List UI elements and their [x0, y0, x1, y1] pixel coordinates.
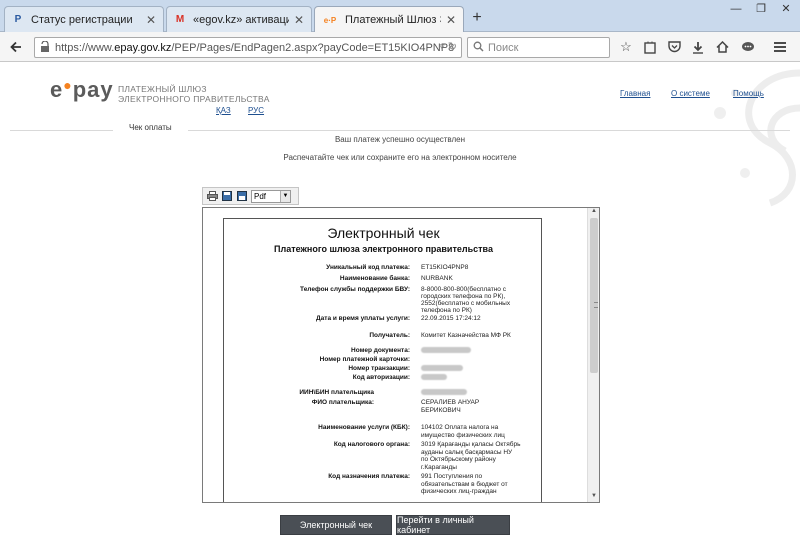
nav-about-link[interactable]: О системе: [671, 89, 710, 98]
row-label: Получатель:: [369, 332, 410, 339]
redacted-value: [421, 347, 536, 356]
bookmark-star-icon[interactable]: ☆: [616, 37, 636, 57]
new-tab-button[interactable]: +: [468, 9, 486, 27]
save-icon[interactable]: [221, 190, 233, 202]
close-icon[interactable]: ✕: [145, 13, 157, 27]
reading-list-icon[interactable]: [640, 37, 660, 57]
report-viewer[interactable]: Электронный чек Платежного шлюза электро…: [202, 207, 600, 503]
logo-e: e: [50, 77, 64, 102]
tab-title: Статус регистрации: [31, 13, 133, 26]
scroll-thumb[interactable]: [590, 218, 598, 373]
redacted-value: [421, 374, 536, 383]
row-label: Наименование услуги (КБК):: [318, 424, 410, 431]
row-value: Комитет Казначейства МФ РК: [421, 332, 511, 339]
electronic-receipt-button[interactable]: Электронный чек: [280, 515, 392, 535]
row-label: ИИН\БИН плательщика: [299, 389, 374, 396]
lang-kaz-link[interactable]: ҚАЗ: [216, 106, 231, 115]
logo-dot-icon: ●: [63, 77, 73, 93]
row-label: Номер документа:: [351, 347, 410, 354]
p-icon: P: [14, 14, 22, 25]
tagline-line-1: ПЛАТЕЖНЫЙ ШЛЮЗ: [118, 84, 207, 94]
print-instruction: Распечатайте чек или сохраните его на эл…: [283, 153, 517, 162]
redacted-value: [421, 365, 536, 374]
download-icon[interactable]: [688, 37, 708, 57]
close-icon[interactable]: ✕: [293, 13, 305, 27]
row-value: 991 Поступления по обязательствам в бюдж…: [421, 473, 508, 495]
redacted-value: [421, 389, 536, 398]
receipt-subtitle: Платежного шлюза электронного правительс…: [274, 244, 493, 254]
row-value: СЕРАЛИЕВ АНУАР БЕРИКОВИЧ: [421, 399, 480, 414]
gmail-icon: M: [175, 14, 185, 25]
chevron-down-icon: ▼: [280, 190, 290, 202]
row-label: Код налогового органа:: [333, 441, 410, 448]
epay-icon: e·P: [323, 15, 337, 25]
search-icon: [473, 41, 484, 52]
row-label: Наименование банка:: [339, 275, 410, 282]
tab-epay[interactable]: e·P Платежный Шлюз Электр... ✕: [314, 6, 464, 33]
row-label: Уникальный код платежа:: [326, 264, 410, 271]
reload-icon[interactable]: ▿ ↻: [439, 40, 457, 53]
report-toolbar: Pdf ▼: [202, 187, 299, 205]
tagline-line-2: ЭЛЕКТРОННОГО ПРАВИТЕЛЬСТВА: [118, 94, 270, 104]
print-icon[interactable]: [206, 190, 218, 202]
row-label: Код авторизации:: [352, 374, 410, 381]
row-value: ET15KIO4PNP8: [421, 264, 469, 271]
row-value: 22.09.2015 17:24:12: [421, 315, 481, 322]
maximize-icon[interactable]: ❐: [750, 0, 772, 18]
scroll-down-icon[interactable]: ▼: [588, 493, 599, 502]
minimize-icon[interactable]: —: [725, 0, 747, 18]
row-value: 3019 Қарағанды қаласы Октябрь ауданы сал…: [421, 441, 521, 471]
url-field[interactable]: https://www. epay.gov.kz/PEP/Pages/EndPag…: [34, 37, 462, 58]
back-icon[interactable]: [6, 37, 26, 57]
success-message: Ваш платеж успешно осуществлен: [334, 135, 466, 144]
row-label: Дата и время уплаты услуги:: [316, 315, 410, 322]
row-value: 104102 Оплата налога на имущество физиче…: [421, 424, 505, 439]
receipt-document: Электронный чек Платежного шлюза электро…: [223, 218, 542, 502]
section-label: Чек оплаты: [113, 123, 188, 132]
nav-bar: https://www. epay.gov.kz/PEP/Pages/EndPag…: [0, 32, 800, 62]
format-value: Pdf: [254, 191, 267, 201]
pocket-icon[interactable]: [664, 37, 684, 57]
row-label: ФИО плательщика:: [311, 399, 374, 406]
page-content: e●pay ПЛАТЕЖНЫЙ ШЛЮЗ ЭЛЕКТРОННОГО ПРАВИТ…: [0, 63, 800, 545]
url-prefix: https://www.: [55, 41, 115, 54]
nav-home-link[interactable]: Главная: [620, 89, 650, 98]
site-tagline: ПЛАТЕЖНЫЙ ШЛЮЗ ЭЛЕКТРОННОГО ПРАВИТЕЛЬСТВ…: [118, 84, 270, 104]
search-placeholder: Поиск: [488, 41, 519, 54]
receipt-title: Электронный чек: [327, 225, 440, 241]
menu-icon[interactable]: [770, 37, 790, 57]
vertical-scrollbar[interactable]: ▲ ▼: [587, 208, 599, 502]
row-value: NURBANK: [421, 275, 453, 282]
tab-registration-status[interactable]: P Статус регистрации ✕: [4, 6, 164, 32]
home-icon[interactable]: [712, 37, 732, 57]
scroll-up-icon[interactable]: ▲: [588, 208, 599, 217]
epay-logo[interactable]: e●pay: [50, 77, 114, 103]
logo-pay: pay: [72, 77, 114, 102]
key-icon: [41, 41, 49, 52]
row-label: Телефон службы поддержки БВУ:: [300, 286, 410, 293]
row-label: Номер транзакции:: [348, 365, 410, 372]
row-value: 8-8000-800-800(бесплатно с городских тел…: [421, 286, 511, 314]
url-host: epay.gov.kz: [114, 41, 172, 54]
chat-icon[interactable]: [738, 37, 758, 57]
url-path: /PEP/Pages/EndPagen2.aspx?payCode=ET15KI…: [171, 41, 455, 54]
grip-icon: [594, 302, 598, 308]
lang-rus-link[interactable]: РУС: [248, 106, 264, 115]
tab-gmail[interactable]: M «egov.kz» активация акка... ✕: [166, 6, 312, 32]
tab-bar: P Статус регистрации ✕ M «egov.kz» актив…: [0, 0, 800, 33]
close-icon[interactable]: ✕: [445, 13, 457, 27]
format-select[interactable]: Pdf ▼: [251, 189, 291, 203]
close-window-icon[interactable]: ✕: [775, 0, 797, 18]
tab-title: Платежный Шлюз Электр...: [345, 14, 441, 26]
row-label: Код назначения платежа:: [328, 473, 410, 480]
nav-help-link[interactable]: Помощь: [733, 89, 764, 98]
row-label: Номер платежной карточки:: [319, 356, 410, 363]
go-to-cabinet-button[interactable]: Перейти в личный кабинет: [396, 515, 510, 535]
export-icon[interactable]: [236, 190, 248, 202]
search-input[interactable]: Поиск: [467, 37, 610, 58]
tab-title: «egov.kz» активация акка...: [193, 13, 289, 26]
